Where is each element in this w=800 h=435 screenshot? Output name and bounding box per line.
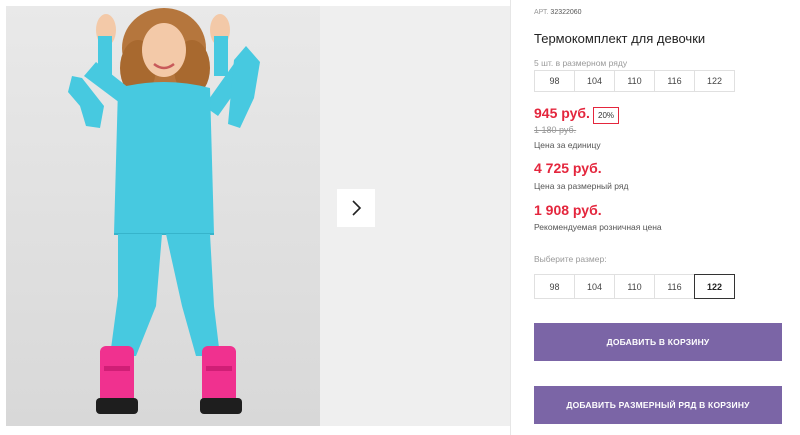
- product-photo[interactable]: [6, 6, 320, 426]
- size-row-note: 5 шт. в размерном ряду: [534, 58, 628, 68]
- size-row-item: 122: [694, 70, 735, 92]
- chevron-right-icon: [352, 200, 362, 216]
- old-price: 1 180 руб.: [534, 125, 577, 135]
- product-photo-illustration: [6, 6, 320, 426]
- product-title: Термокомплект для девочки: [534, 31, 706, 46]
- size-row-item: 116: [654, 70, 695, 92]
- article-label: АРТ.: [534, 9, 549, 16]
- add-size-row-to-cart-button[interactable]: ДОБАВИТЬ РАЗМЕРНЫЙ РЯД В КОРЗИНУ: [534, 386, 782, 424]
- choose-size-label: Выберите размер:: [534, 254, 607, 264]
- size-row-item: 104: [574, 70, 615, 92]
- row-price: 4 725 руб.: [534, 160, 602, 176]
- column-divider: [510, 0, 511, 435]
- discount-badge: 20%: [593, 107, 620, 124]
- unit-price-caption: Цена за единицу: [534, 140, 601, 150]
- size-option-122-selected[interactable]: 122: [694, 274, 735, 299]
- unit-price: 945 руб.: [534, 105, 590, 121]
- size-selector: 98 104 110 116 122: [534, 274, 735, 299]
- size-row-list: 98 104 110 116 122: [534, 70, 735, 92]
- article-value: 32322060: [550, 9, 582, 16]
- article-number: АРТ. 32322060: [534, 9, 582, 16]
- size-option-98[interactable]: 98: [534, 274, 575, 299]
- size-option-104[interactable]: 104: [574, 274, 615, 299]
- add-to-cart-button[interactable]: ДОБАВИТЬ В КОРЗИНУ: [534, 323, 782, 361]
- row-price-caption: Цена за размерный ряд: [534, 181, 629, 191]
- size-row-item: 110: [614, 70, 655, 92]
- size-option-110[interactable]: 110: [614, 274, 655, 299]
- retail-price: 1 908 руб.: [534, 202, 602, 218]
- next-image-button[interactable]: [337, 189, 375, 227]
- product-gallery: [6, 6, 510, 426]
- size-option-116[interactable]: 116: [654, 274, 695, 299]
- size-row-item: 98: [534, 70, 575, 92]
- retail-price-caption: Рекомендуемая розничная цена: [534, 222, 662, 232]
